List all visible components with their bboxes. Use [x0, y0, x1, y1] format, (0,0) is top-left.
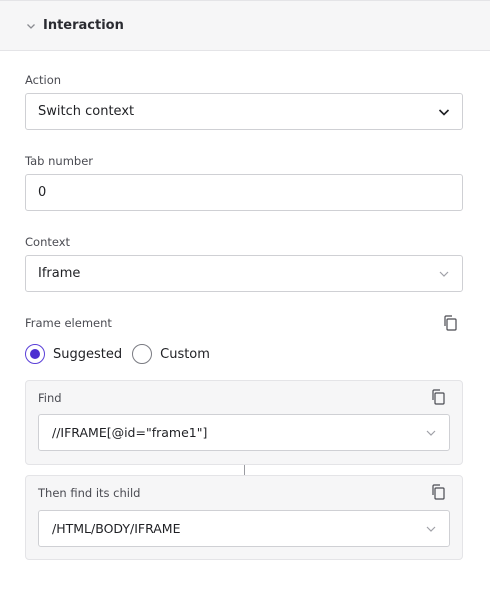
find-selector-value: //IFRAME[@id="frame1"] — [52, 425, 208, 440]
tab-number-input[interactable]: 0 — [25, 174, 463, 211]
context-select-value: Iframe — [38, 266, 81, 281]
action-select-value: Switch context — [38, 104, 135, 119]
copy-icon[interactable] — [430, 484, 446, 500]
section-title: Interaction — [43, 18, 124, 33]
child-label: Then find its child — [38, 486, 141, 500]
chevron-down-icon — [426, 256, 462, 291]
context-select[interactable]: Iframe — [25, 255, 463, 292]
frame-element-label: Frame element — [25, 316, 112, 330]
context-label: Context — [25, 235, 71, 249]
frame-element-radio-group: Suggested Custom — [25, 343, 220, 365]
child-panel: Then find its child /HTML/BODY/IFRAME — [25, 475, 463, 560]
action-label: Action — [25, 73, 62, 87]
radio-custom[interactable]: Custom — [132, 344, 210, 364]
action-select[interactable]: Switch context — [25, 93, 463, 130]
find-label: Find — [38, 391, 62, 405]
chevron-down-icon — [413, 511, 449, 546]
section-header-interaction[interactable]: Interaction — [0, 0, 490, 51]
chevron-down-icon — [413, 415, 449, 450]
copy-icon[interactable] — [430, 389, 446, 405]
radio-suggested-label: Suggested — [53, 346, 123, 362]
child-selector-value: /HTML/BODY/IFRAME — [52, 521, 181, 536]
radio-ring — [132, 344, 153, 364]
find-panel: Find //IFRAME[@id="frame1"] — [25, 380, 463, 465]
child-selector-select[interactable]: /HTML/BODY/IFRAME — [38, 510, 450, 547]
radio-ring — [25, 344, 45, 364]
radio-suggested[interactable]: Suggested — [25, 344, 122, 364]
find-selector-select[interactable]: //IFRAME[@id="frame1"] — [38, 414, 450, 451]
radio-custom-label: Custom — [160, 346, 210, 362]
chevron-down-icon — [426, 94, 462, 129]
collapse-chevron-icon[interactable] — [25, 20, 37, 32]
radio-dot — [30, 349, 40, 359]
copy-icon[interactable] — [442, 315, 458, 331]
connector-line — [244, 465, 245, 475]
tab-number-label: Tab number — [25, 154, 94, 168]
tab-number-value: 0 — [38, 185, 47, 200]
